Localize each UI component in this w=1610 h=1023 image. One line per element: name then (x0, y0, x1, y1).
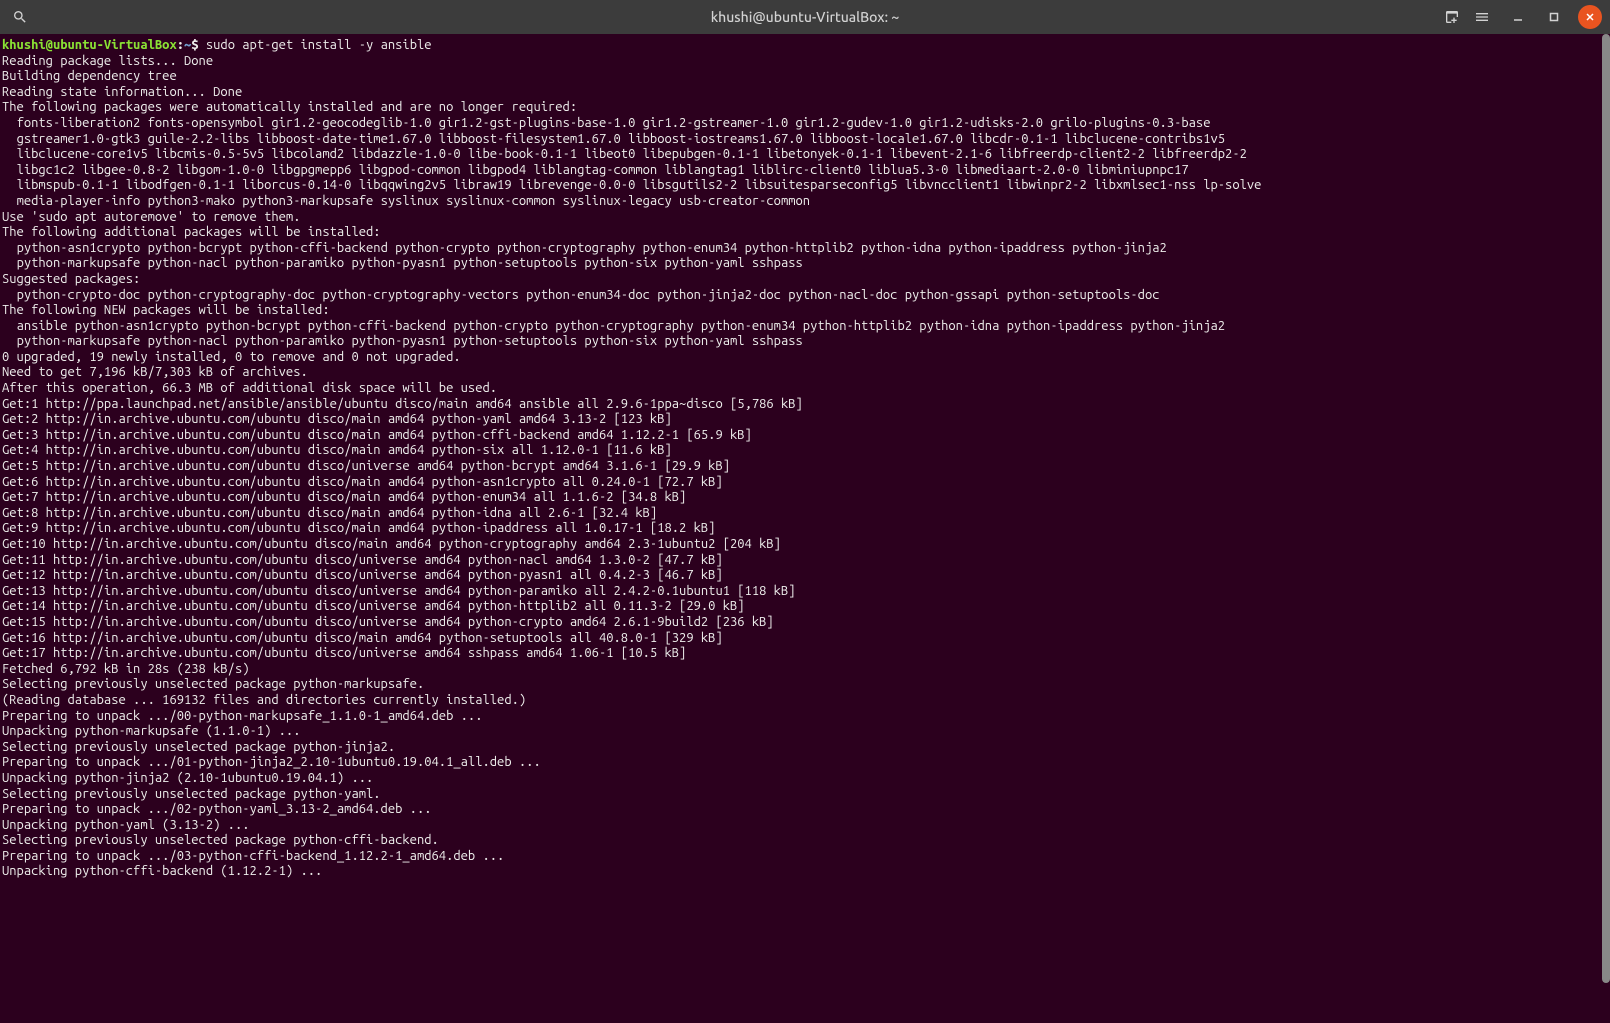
terminal-output-line: fonts-liberation2 fonts-opensymbol gir1.… (2, 116, 1600, 132)
terminal-output-line: Preparing to unpack .../01-python-jinja2… (2, 755, 1600, 771)
titlebar: khushi@ubuntu-VirtualBox: ~ (0, 0, 1610, 34)
terminal-output-line: The following packages were automaticall… (2, 100, 1600, 116)
terminal-output-line: Get:6 http://in.archive.ubuntu.com/ubunt… (2, 475, 1600, 491)
terminal-output-line: Get:8 http://in.archive.ubuntu.com/ubunt… (2, 506, 1600, 522)
window-title: khushi@ubuntu-VirtualBox: ~ (711, 9, 899, 25)
terminal-output-line: python-markupsafe python-nacl python-par… (2, 334, 1600, 350)
terminal-output-line: Get:4 http://in.archive.ubuntu.com/ubunt… (2, 443, 1600, 459)
scrollbar[interactable] (1602, 34, 1610, 1023)
terminal-output-line: After this operation, 66.3 MB of additio… (2, 381, 1600, 397)
terminal-output-line: The following NEW packages will be insta… (2, 303, 1600, 319)
terminal-output-line: libclucene-core1v5 libcmis-0.5-5v5 libco… (2, 147, 1600, 163)
terminal-output-line: Get:9 http://in.archive.ubuntu.com/ubunt… (2, 521, 1600, 537)
new-tab-icon[interactable] (1440, 5, 1464, 29)
terminal-output-line: Selecting previously unselected package … (2, 787, 1600, 803)
scrollbar-thumb[interactable] (1602, 34, 1610, 983)
terminal-output-line: Get:11 http://in.archive.ubuntu.com/ubun… (2, 553, 1600, 569)
hamburger-menu-icon[interactable] (1470, 5, 1494, 29)
prompt-line: khushi@ubuntu-VirtualBox:~$ sudo apt-get… (2, 38, 1600, 54)
prompt-sep: : (177, 38, 184, 52)
terminal-output-line: Fetched 6,792 kB in 28s (238 kB/s) (2, 662, 1600, 678)
terminal-output-line: python-crypto-doc python-cryptography-do… (2, 288, 1600, 304)
terminal-output-line: Unpacking python-cffi-backend (1.12.2-1)… (2, 864, 1600, 880)
terminal-output-line: Get:10 http://in.archive.ubuntu.com/ubun… (2, 537, 1600, 553)
terminal-output-line: libmspub-0.1-1 libodfgen-0.1-1 liborcus-… (2, 178, 1600, 194)
prompt-dollar: $ (191, 38, 206, 52)
terminal-output-line: Selecting previously unselected package … (2, 677, 1600, 693)
terminal-output-line: Get:2 http://in.archive.ubuntu.com/ubunt… (2, 412, 1600, 428)
terminal-output-line: 0 upgraded, 19 newly installed, 0 to rem… (2, 350, 1600, 366)
terminal-output-line: Get:1 http://ppa.launchpad.net/ansible/a… (2, 397, 1600, 413)
terminal-output-line: The following additional packages will b… (2, 225, 1600, 241)
minimize-button[interactable] (1506, 5, 1530, 29)
terminal-output-line: (Reading database ... 169132 files and d… (2, 693, 1600, 709)
search-icon[interactable] (8, 5, 32, 29)
terminal-output-line: Get:3 http://in.archive.ubuntu.com/ubunt… (2, 428, 1600, 444)
terminal-output-line: Selecting previously unselected package … (2, 833, 1600, 849)
terminal-output-line: Preparing to unpack .../00-python-markup… (2, 709, 1600, 725)
terminal-output-line: media-player-info python3-mako python3-m… (2, 194, 1600, 210)
terminal-output-line: Get:14 http://in.archive.ubuntu.com/ubun… (2, 599, 1600, 615)
terminal-output-line: Preparing to unpack .../02-python-yaml_3… (2, 802, 1600, 818)
terminal-output-line: Unpacking python-jinja2 (2.10-1ubuntu0.1… (2, 771, 1600, 787)
terminal-output-line: Get:7 http://in.archive.ubuntu.com/ubunt… (2, 490, 1600, 506)
terminal-output-line: python-markupsafe python-nacl python-par… (2, 256, 1600, 272)
terminal-output-line: Reading state information... Done (2, 85, 1600, 101)
terminal-output-line: Get:16 http://in.archive.ubuntu.com/ubun… (2, 631, 1600, 647)
terminal-output-line: Unpacking python-yaml (3.13-2) ... (2, 818, 1600, 834)
terminal-output-line: Building dependency tree (2, 69, 1600, 85)
close-button[interactable] (1578, 5, 1602, 29)
prompt-userhost: khushi@ubuntu-VirtualBox (2, 38, 177, 52)
terminal-output-line: Unpacking python-markupsafe (1.1.0-1) ..… (2, 724, 1600, 740)
terminal-output-line: Get:13 http://in.archive.ubuntu.com/ubun… (2, 584, 1600, 600)
terminal-output-line: Get:12 http://in.archive.ubuntu.com/ubun… (2, 568, 1600, 584)
terminal-output-line: gstreamer1.0-gtk3 guile-2.2-libs libboos… (2, 132, 1600, 148)
terminal-output-line: Suggested packages: (2, 272, 1600, 288)
terminal-output-line: libgc1c2 libgee-0.8-2 libgom-1.0-0 libgp… (2, 163, 1600, 179)
terminal-output-line: Get:5 http://in.archive.ubuntu.com/ubunt… (2, 459, 1600, 475)
terminal-output-line: Selecting previously unselected package … (2, 740, 1600, 756)
maximize-button[interactable] (1542, 5, 1566, 29)
terminal-area[interactable]: khushi@ubuntu-VirtualBox:~$ sudo apt-get… (0, 34, 1610, 1023)
terminal-output-line: Get:15 http://in.archive.ubuntu.com/ubun… (2, 615, 1600, 631)
terminal-output-line: ansible python-asn1crypto python-bcrypt … (2, 319, 1600, 335)
command: sudo apt-get install -y ansible (206, 38, 432, 52)
terminal-output-line: Preparing to unpack .../03-python-cffi-b… (2, 849, 1600, 865)
terminal-output-line: Reading package lists... Done (2, 54, 1600, 70)
terminal-output-line: python-asn1crypto python-bcrypt python-c… (2, 241, 1600, 257)
terminal-output-line: Use 'sudo apt autoremove' to remove them… (2, 210, 1600, 226)
terminal-output-line: Need to get 7,196 kB/7,303 kB of archive… (2, 365, 1600, 381)
terminal-output-line: Get:17 http://in.archive.ubuntu.com/ubun… (2, 646, 1600, 662)
